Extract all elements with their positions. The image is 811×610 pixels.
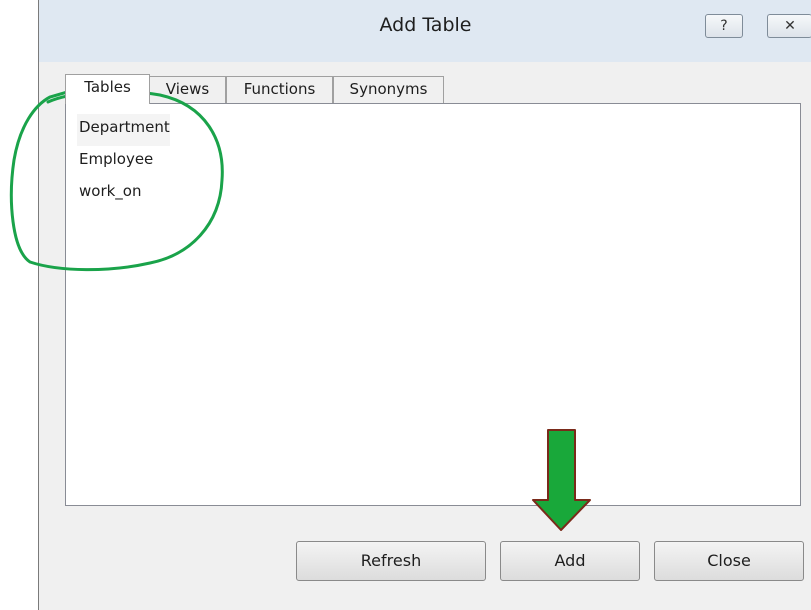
dialog-title: Add Table: [379, 14, 472, 36]
tab-views[interactable]: Views: [149, 76, 226, 103]
list-item-employee[interactable]: Employee: [77, 146, 170, 178]
add-button[interactable]: Add: [500, 541, 640, 581]
list-item-work-on[interactable]: work_on: [77, 178, 170, 210]
close-button[interactable]: Close: [654, 541, 804, 581]
refresh-button[interactable]: Refresh: [296, 541, 486, 581]
tab-functions[interactable]: Functions: [226, 76, 333, 103]
tab-synonyms[interactable]: Synonyms: [333, 76, 444, 103]
tab-tables[interactable]: Tables: [65, 74, 150, 104]
help-button[interactable]: ?: [705, 14, 743, 38]
add-table-dialog: Add Table ? ✕ Tables Views Functions Syn…: [38, 0, 811, 610]
help-icon: ?: [720, 18, 728, 34]
title-bar[interactable]: Add Table ? ✕: [39, 0, 811, 62]
tables-list: Department Employee work_on: [77, 114, 170, 210]
list-item-department[interactable]: Department: [77, 114, 170, 146]
close-icon: ✕: [784, 18, 796, 34]
tables-panel: Department Employee work_on: [65, 103, 801, 506]
window-close-button[interactable]: ✕: [767, 14, 811, 38]
